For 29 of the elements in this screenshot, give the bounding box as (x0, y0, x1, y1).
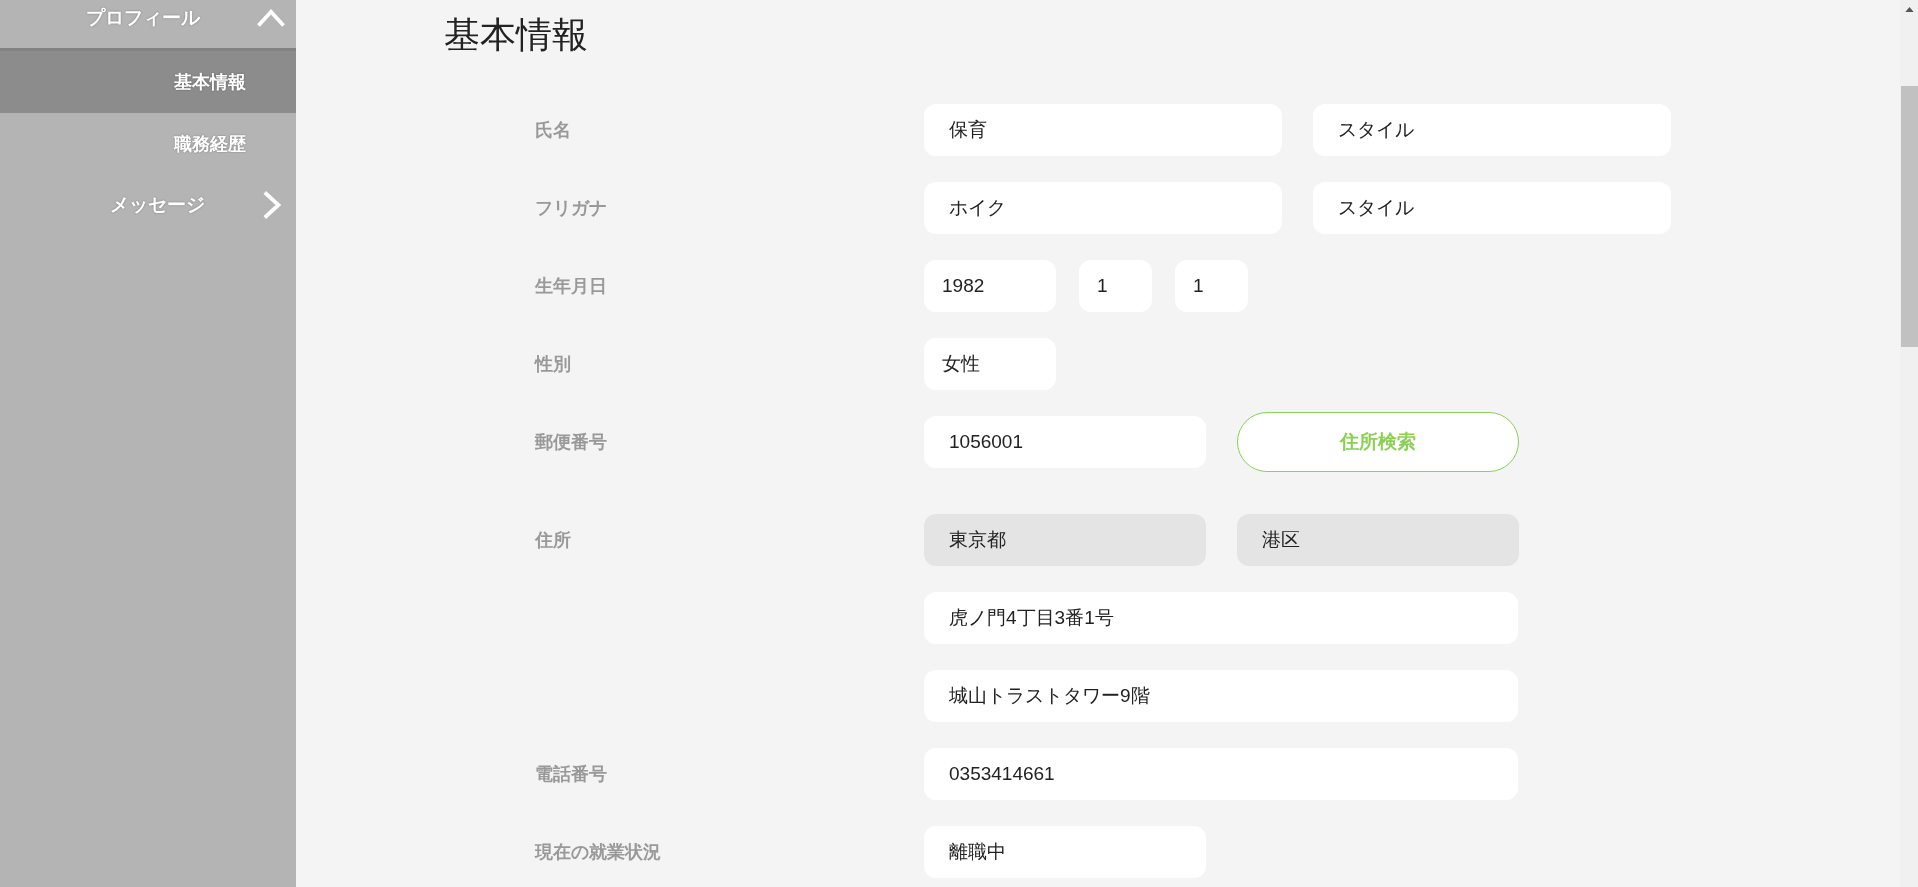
input-field[interactable]: 港区 (1237, 514, 1519, 566)
page-title: 基本情報 (444, 13, 589, 57)
field-label: 性別 (535, 354, 571, 374)
field-label: 電話番号 (535, 764, 607, 784)
input-field[interactable]: ホイク (924, 182, 1282, 234)
field-label: 生年月日 (535, 276, 607, 296)
field-label: フリガナ (535, 198, 607, 218)
field-label: 住所 (535, 530, 571, 550)
field-label: 郵便番号 (535, 432, 607, 452)
input-field[interactable]: 1 (1079, 260, 1152, 312)
input-field[interactable]: 離職中 (924, 826, 1206, 878)
input-field[interactable]: スタイル (1313, 104, 1671, 156)
input-field[interactable]: 虎ノ門4丁目3番1号 (924, 592, 1518, 644)
input-field[interactable]: 保育 (924, 104, 1282, 156)
field-label: 氏名 (535, 120, 571, 140)
scrollbar-thumb[interactable] (1901, 86, 1918, 347)
chevron-right-icon (261, 189, 281, 221)
input-field[interactable]: 女性 (924, 338, 1056, 390)
input-field[interactable]: 1982 (924, 260, 1056, 312)
scroll-up-icon[interactable] (1905, 7, 1914, 12)
input-field[interactable]: 1 (1175, 260, 1248, 312)
input-field[interactable]: スタイル (1313, 182, 1671, 234)
input-field[interactable]: 1056001 (924, 416, 1206, 468)
scrollbar[interactable] (1900, 0, 1918, 887)
input-field[interactable]: 東京都 (924, 514, 1206, 566)
field-label: 現在の就業状況 (535, 842, 661, 862)
chevron-up-icon (256, 7, 286, 29)
input-field[interactable]: 城山トラストタワー9階 (924, 670, 1518, 722)
input-field[interactable]: 0353414661 (924, 748, 1518, 800)
